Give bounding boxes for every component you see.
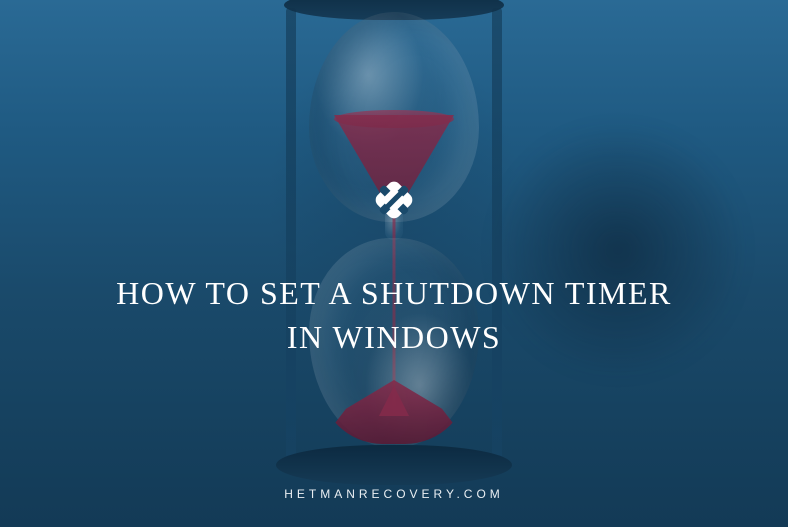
hourglass-cap-top: [284, 0, 504, 20]
hourglass-sand-bottom: [319, 380, 469, 444]
article-title: HOW TO SET A SHUTDOWN TIMER IN WINDOWS: [74, 272, 714, 358]
hourglass-post-left: [286, 8, 296, 460]
hourglass-cap-bottom: [276, 445, 512, 485]
hourglass-sand-cone: [379, 386, 409, 416]
hourglass-sand-top-surface: [334, 110, 454, 128]
brand-logo-icon: [362, 168, 426, 232]
hero-banner: HOW TO SET A SHUTDOWN TIMER IN WINDOWS H…: [0, 0, 788, 527]
hourglass-post-right: [492, 8, 502, 460]
brand-domain-text: HETMANRECOVERY.COM: [284, 487, 504, 501]
hourglass-illustration: [274, 0, 514, 490]
